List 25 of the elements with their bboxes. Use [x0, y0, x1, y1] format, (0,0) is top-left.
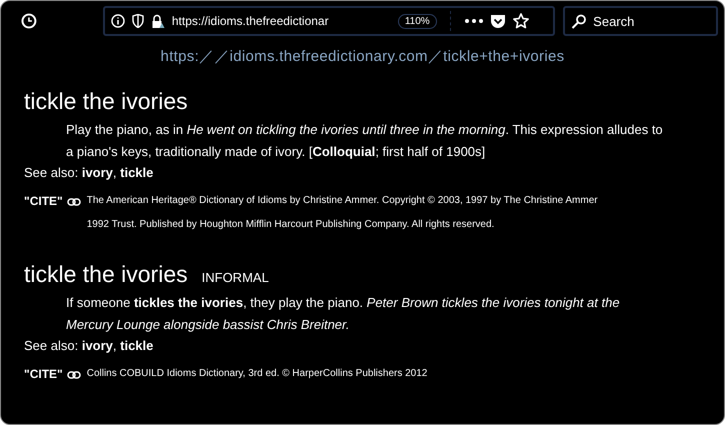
search-icon — [571, 14, 588, 28]
citation-text: Collins COBUILD Idioms Dictionary, 3rd ed. © HarperCollins Publishers 2012 — [86, 367, 428, 381]
url-text: https://idioms.thefreedictionar — [172, 14, 330, 28]
link-icon[interactable] — [66, 371, 81, 380]
see-also-text: See also: ivory, tickle — [24, 164, 154, 182]
entry-headword: tickle the ivories — [24, 88, 188, 115]
address-bar[interactable]: https://idioms.thefreedictionar 110% — [102, 6, 556, 36]
pocket-icon[interactable] — [490, 14, 506, 28]
search-field[interactable]: Search — [563, 6, 718, 36]
clock-icon[interactable] — [21, 13, 37, 29]
citation-text: The American Heritage® Dictionary of Idioms by Christine Ammer. Copyright © 2003, 1997 by The Christine Ammer 1992 Trust. Published by Houghton Mifflin Harcourt Publishing Company. All rights reserved. — [86, 194, 599, 232]
more-icon[interactable] — [464, 19, 483, 23]
page-url-caption: https:／／idioms.thefreedictionary.com／tickle+the+ivories — [160, 47, 566, 66]
shield-icon[interactable] — [132, 14, 144, 28]
definition-text: If someone tickles the ivories, they play the piano. Peter Brown tickles the ivories tonight at the Mercury Lounge alongside bassist Chris Breitner. — [66, 294, 621, 334]
lock-icon[interactable] — [150, 14, 165, 28]
cite-button[interactable]: "CITE" — [24, 367, 63, 381]
link-icon[interactable] — [66, 198, 81, 206]
see-also-text: See also: ivory, tickle — [24, 337, 154, 355]
register-label: INFORMAL — [202, 270, 269, 285]
zoom-button[interactable]: 110% — [398, 14, 437, 28]
cite-button[interactable]: "CITE" — [24, 194, 63, 208]
entry-headword: tickle the ivories — [24, 261, 188, 288]
star-icon[interactable] — [512, 13, 529, 29]
info-icon[interactable] — [110, 14, 125, 28]
